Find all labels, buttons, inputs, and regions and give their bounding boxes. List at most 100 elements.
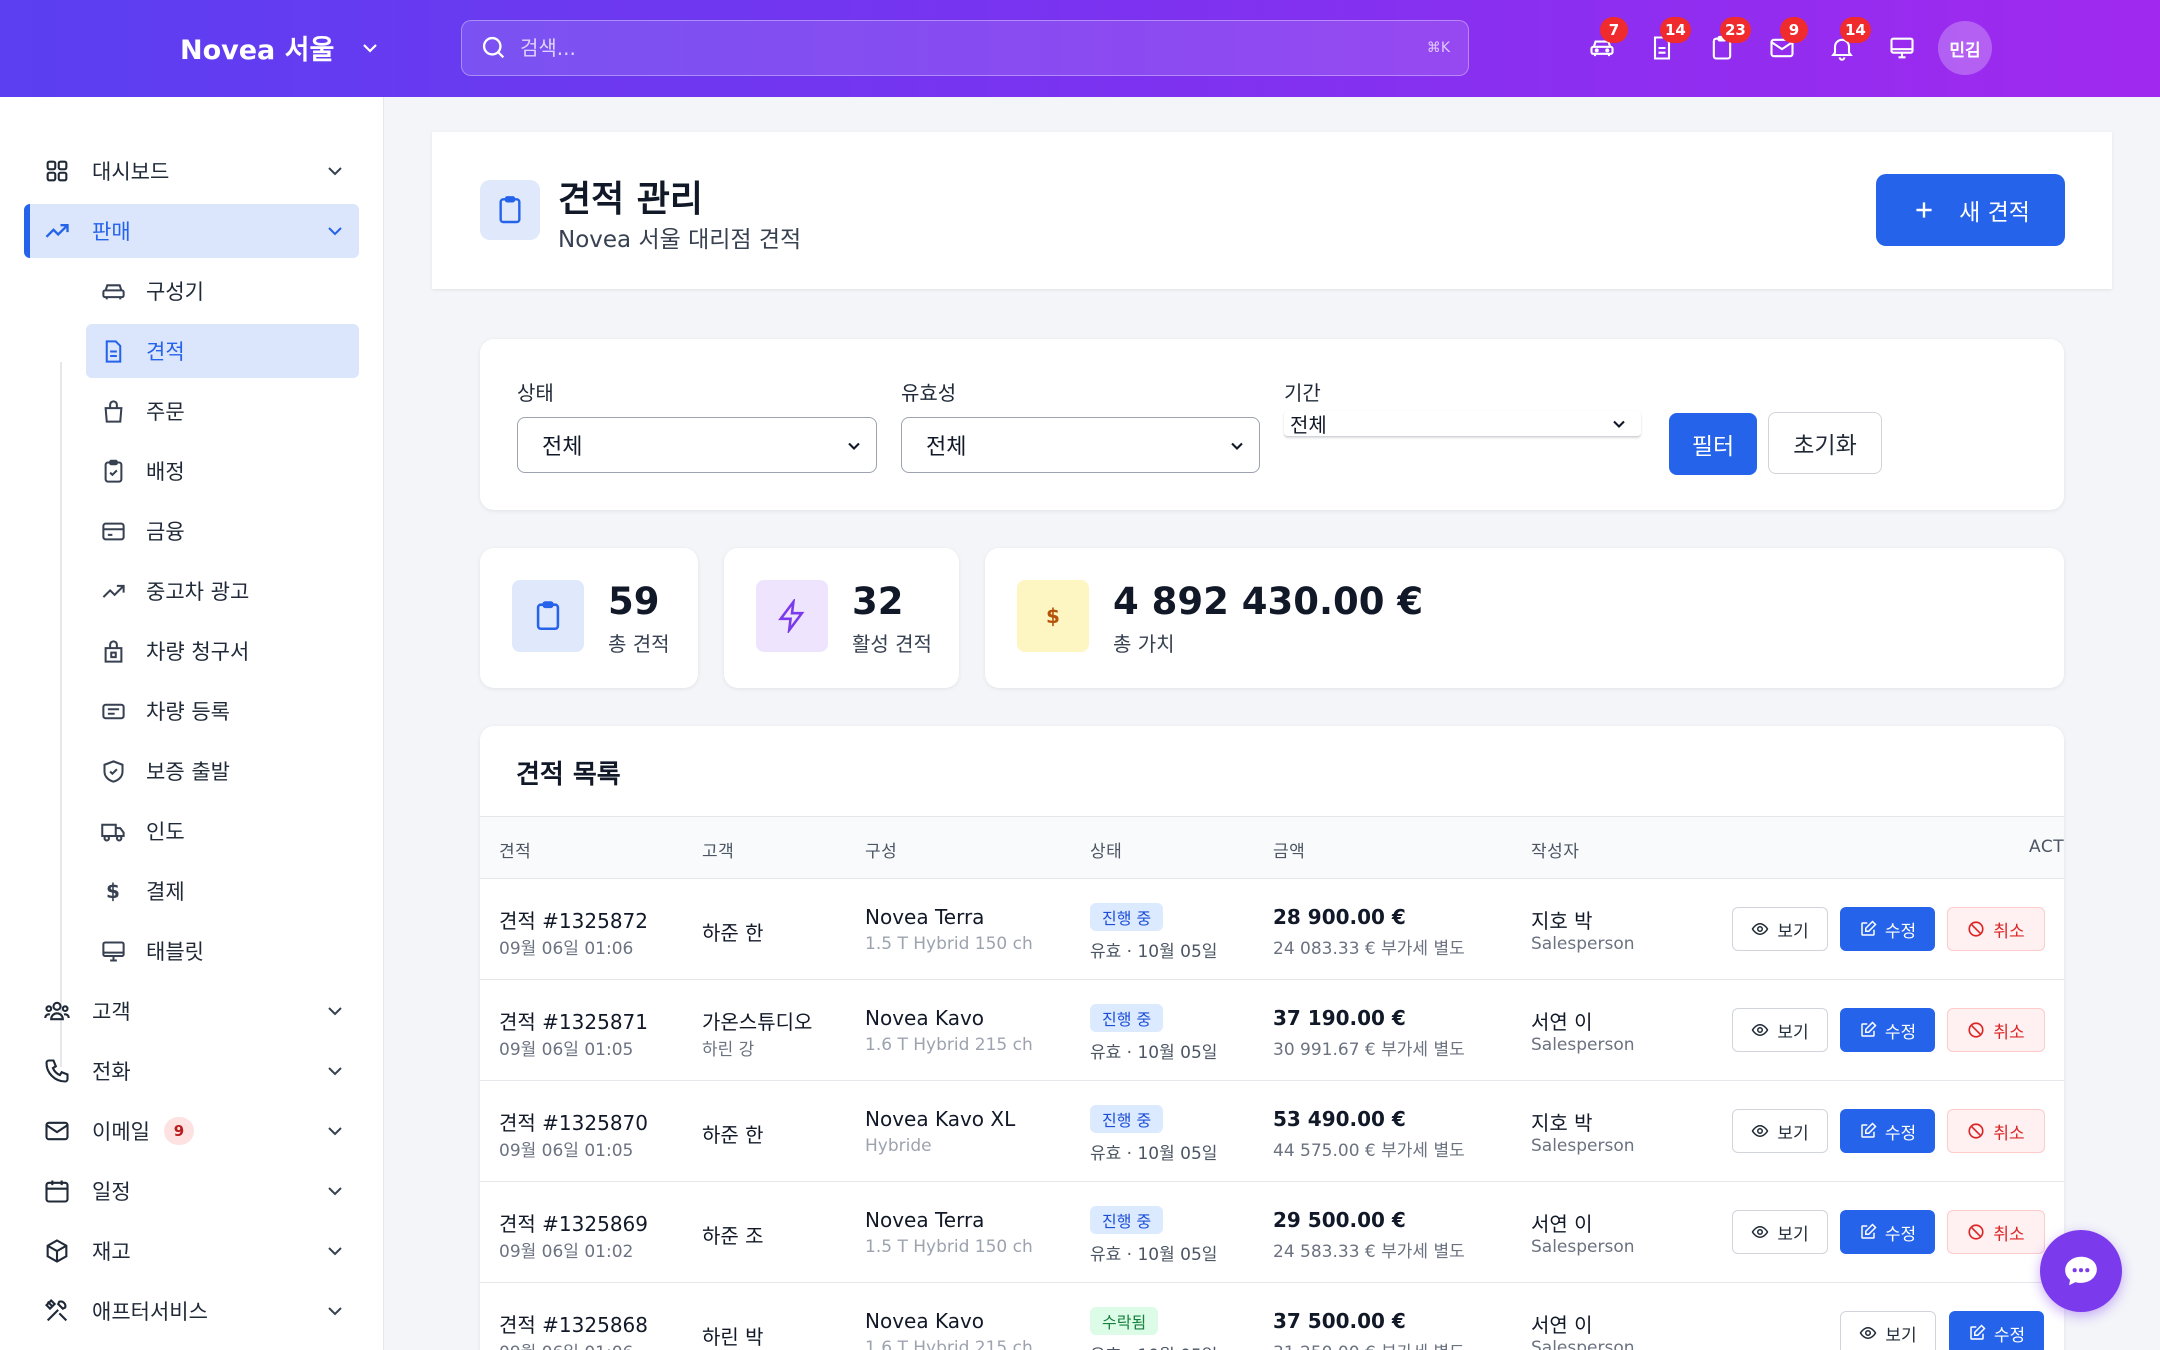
view-button[interactable]: 보기 xyxy=(1732,907,1828,951)
edit-label: 수정 xyxy=(1993,1325,2026,1346)
table-row[interactable]: 견적 #1325869 09월 06일 01:02 하준 조 Novea Ter… xyxy=(480,1182,2064,1283)
vehicle-model: Novea Terra xyxy=(865,905,985,929)
sidebar-sub-label: 결제 xyxy=(146,880,185,904)
edit-button[interactable]: 수정 xyxy=(1840,907,1935,951)
search-input[interactable] xyxy=(520,36,1380,60)
clipboard-notifications-button[interactable]: 23 xyxy=(1692,17,1752,70)
cancel-button[interactable]: 취소 xyxy=(1947,1210,2045,1254)
validity-filter-value: 전체 xyxy=(926,435,967,460)
cancel-button[interactable]: 취소 xyxy=(1947,1008,2045,1052)
edit-button[interactable]: 수정 xyxy=(1840,1008,1935,1052)
column-header: 견적 xyxy=(499,842,532,862)
sidebar-item-customers[interactable]: 고객 xyxy=(24,984,359,1038)
edit-button[interactable]: 수정 xyxy=(1840,1210,1935,1254)
box-icon xyxy=(46,1239,68,1263)
customer-name[interactable]: 하준 한 xyxy=(702,917,764,946)
customer-name[interactable]: 하린 박 xyxy=(702,1321,764,1350)
sidebar-item-dashboard[interactable]: 대시보드 xyxy=(24,144,359,198)
quote-id[interactable]: 견적 #1325870 xyxy=(499,1107,648,1136)
column-header: 상태 xyxy=(1090,842,1123,862)
document-notifications-button[interactable]: 14 xyxy=(1632,17,1692,70)
edit-icon xyxy=(1861,1021,1877,1037)
quote-id[interactable]: 견적 #1325868 xyxy=(499,1309,648,1338)
table-row[interactable]: 견적 #1325868 09월 06일 01:06 하린 박 Novea Kav… xyxy=(480,1283,2064,1350)
sidebar-sub-label: 보증 출발 xyxy=(146,760,230,784)
status-badge: 수락됨 xyxy=(1090,1307,1159,1335)
cancel-button[interactable]: 취소 xyxy=(1947,907,2045,951)
dealer-switcher[interactable]: Novea 서울 xyxy=(180,28,382,67)
quote-id[interactable]: 견적 #1325869 xyxy=(499,1208,648,1237)
author-role: Salesperson xyxy=(1531,1338,1635,1350)
clipboard-check-icon xyxy=(104,459,122,483)
edit-button[interactable]: 수정 xyxy=(1840,1109,1935,1153)
amount-excl-vat: 24 083.33 € 부가세 별도 xyxy=(1273,939,1465,959)
search-bar[interactable]: ⌘K xyxy=(461,20,1469,76)
author-name: 지호 박 xyxy=(1531,1111,1593,1135)
sidebar-item-schedule[interactable]: 일정 xyxy=(24,1164,359,1218)
view-button[interactable]: 보기 xyxy=(1732,1210,1828,1254)
brand-name: Novea 서울 xyxy=(180,35,335,66)
customer-name[interactable]: 가온스튜디오 xyxy=(702,1006,812,1035)
validity-text: 유효 · 10월 05일 xyxy=(1090,1341,1217,1350)
car-notifications-button[interactable]: 7 xyxy=(1572,17,1632,70)
sidebar-sub-label: 태블릿 xyxy=(146,940,204,964)
sidebar-sub-delivery[interactable]: 인도 xyxy=(86,804,359,858)
cancel-button[interactable]: 취소 xyxy=(1947,1109,2045,1153)
chevron-down-icon xyxy=(328,1007,342,1016)
sidebar-sub-finance[interactable]: 금융 xyxy=(86,504,359,558)
bell-notifications-button[interactable]: 14 xyxy=(1812,17,1872,70)
sidebar-sub-quotes[interactable]: 견적 xyxy=(86,324,359,378)
sidebar-sub-vehicle-invoice[interactable]: 차량 청구서 xyxy=(86,624,359,678)
new-quote-button[interactable]: 새 견적 xyxy=(1876,174,2065,246)
monitor-button[interactable] xyxy=(1872,26,1932,70)
quote-id[interactable]: 견적 #1325872 xyxy=(499,905,648,934)
table-row[interactable]: 견적 #1325871 09월 06일 01:05 가온스튜디오 하린 강 No… xyxy=(480,980,2064,1081)
status-filter-select[interactable]: 전체 xyxy=(517,417,877,473)
amount-excl-vat: 44 575.00 € 부가세 별도 xyxy=(1273,1141,1465,1161)
filter-button[interactable]: 필터 xyxy=(1669,413,1757,475)
vehicle-variant: 1.6 T Hybrid 215 ch xyxy=(865,1035,1033,1055)
sidebar-item-inventory[interactable]: 재고 xyxy=(24,1224,359,1278)
view-button[interactable]: 보기 xyxy=(1840,1311,1936,1350)
truck-icon xyxy=(100,823,125,842)
edit-button[interactable]: 수정 xyxy=(1949,1311,2044,1350)
sidebar-item-after-service[interactable]: 애프터서비스 xyxy=(24,1284,359,1338)
sidebar-sub-used-ads[interactable]: 중고차 광고 xyxy=(86,564,359,618)
sidebar-sub-allocation[interactable]: 배정 xyxy=(86,444,359,498)
view-button[interactable]: 보기 xyxy=(1732,1008,1828,1052)
sidebar-sub-orders[interactable]: 주문 xyxy=(86,384,359,438)
validity-filter-select[interactable]: 전체 xyxy=(901,417,1260,473)
reset-button[interactable]: 초기화 xyxy=(1768,412,1882,474)
user-avatar[interactable]: 민김 xyxy=(1938,21,1992,75)
sidebar-sub-warranty[interactable]: 보증 출발 xyxy=(86,744,359,798)
sidebar-sub-payment[interactable]: $ 결제 xyxy=(86,864,359,918)
sidebar-item-label: 판매 xyxy=(92,220,131,244)
customer-name[interactable]: 하준 한 xyxy=(702,1119,764,1148)
sidebar-item-phone[interactable]: 전화 xyxy=(24,1044,359,1098)
mail-notifications-button[interactable]: 9 xyxy=(1752,17,1812,70)
stat-label: 활성 견적 xyxy=(852,632,932,656)
stat-icon-box xyxy=(756,580,828,652)
view-button[interactable]: 보기 xyxy=(1732,1109,1828,1153)
quote-amount: 29 500.00 € xyxy=(1273,1208,1406,1232)
grid-icon xyxy=(46,160,68,182)
period-filter-select[interactable]: 전체 xyxy=(1284,411,1641,437)
sidebar-item-email[interactable]: 이메일 9 xyxy=(24,1104,359,1158)
table-row[interactable]: 견적 #1325872 09월 06일 01:06 하준 한 Novea Ter… xyxy=(480,879,2064,980)
validity-text: 유효 · 10월 05일 xyxy=(1090,942,1218,962)
table-row[interactable]: 견적 #1325870 09월 06일 01:05 하준 한 Novea Kav… xyxy=(480,1081,2064,1182)
status-filter-label: 상태 xyxy=(517,381,554,405)
quote-date: 09월 06일 01:02 xyxy=(499,1242,634,1262)
monitor-icon xyxy=(1890,37,1914,59)
table-header: 견적 고객 구성 상태 금액 작성자 ACTIONS xyxy=(480,816,2064,879)
stat-value: 32 xyxy=(852,580,904,623)
customer-name[interactable]: 하준 조 xyxy=(702,1220,764,1249)
customer-contact: 하린 강 xyxy=(702,1040,755,1060)
sidebar-sub-vehicle-registration[interactable]: 차량 등록 xyxy=(86,684,359,738)
sidebar-sub-configurator[interactable]: 구성기 xyxy=(86,264,359,318)
sidebar-item-sales[interactable]: 판매 xyxy=(24,204,359,258)
quote-id[interactable]: 견적 #1325871 xyxy=(499,1006,648,1035)
ban-icon xyxy=(1968,921,1984,937)
sidebar-sub-tablet[interactable]: 태블릿 xyxy=(86,924,359,978)
chat-button[interactable] xyxy=(2040,1230,2122,1312)
